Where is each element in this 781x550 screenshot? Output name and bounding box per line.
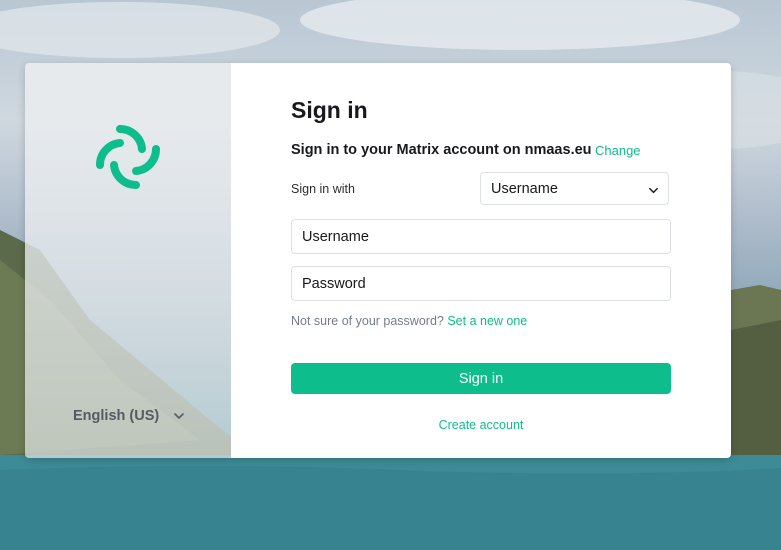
login-type-select[interactable]: Username — [480, 172, 669, 205]
password-input[interactable] — [291, 266, 671, 301]
page-title: Sign in — [291, 97, 368, 123]
username-input[interactable] — [291, 219, 671, 254]
brand-panel: English (US) — [25, 63, 231, 458]
login-card: English (US) Sign in Sign in to your Mat… — [25, 63, 731, 458]
reset-password-link[interactable]: Set a new one — [447, 314, 527, 328]
language-label: English (US) — [73, 408, 160, 424]
element-logo-icon — [95, 124, 161, 190]
forgot-password-text: Not sure of your password? — [291, 314, 444, 328]
create-account-link[interactable]: Create account — [291, 418, 671, 432]
login-type-value: Username — [491, 181, 558, 197]
change-server-link[interactable]: Change — [595, 143, 641, 158]
forgot-password-hint: Not sure of your password? Set a new one — [291, 314, 527, 328]
login-form-panel: Sign in Sign in to your Matrix account o… — [231, 63, 731, 458]
server-subtitle: Sign in to your Matrix account on nmaas.… — [291, 142, 592, 158]
language-selector[interactable]: English (US) — [73, 406, 185, 426]
sign-in-with-label: Sign in with — [291, 182, 355, 196]
chevron-down-icon — [649, 187, 658, 194]
sign-in-button[interactable]: Sign in — [291, 363, 671, 394]
chevron-down-icon — [174, 413, 185, 419]
